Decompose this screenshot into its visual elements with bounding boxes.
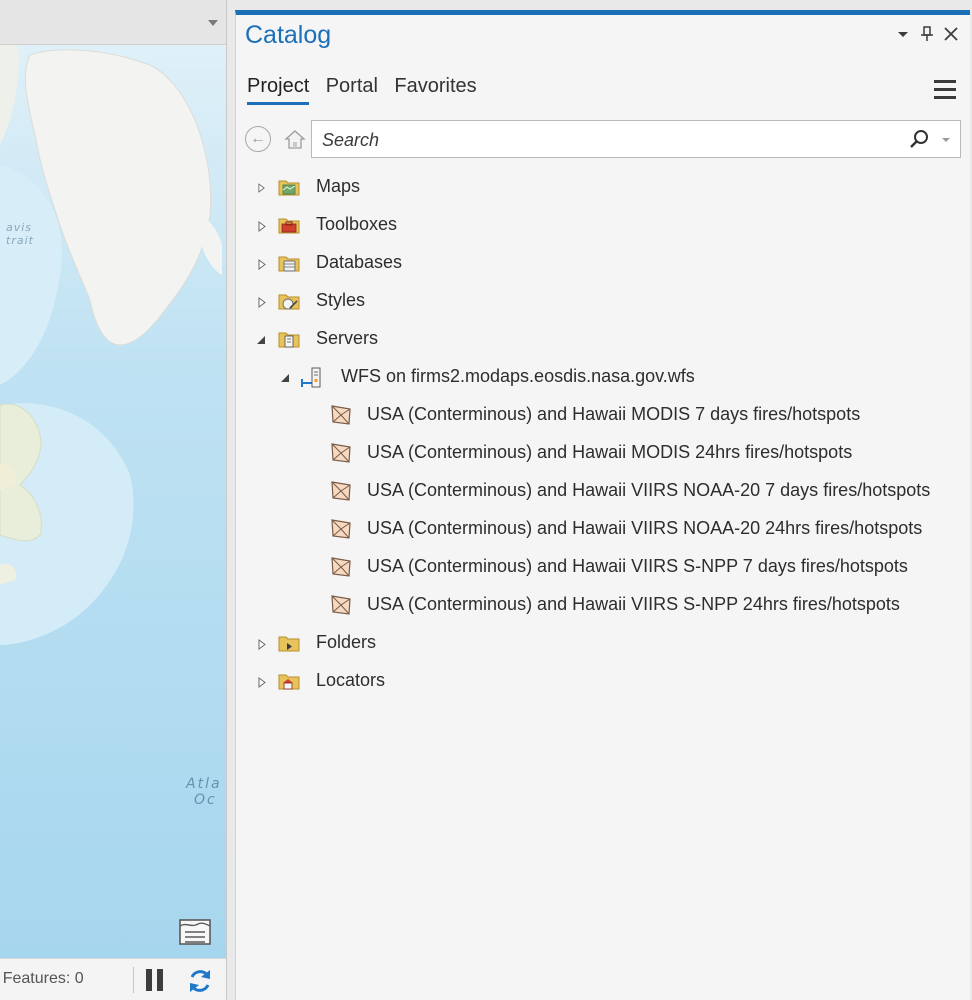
map-tab-bar	[0, 0, 226, 45]
search-options-chevron-down-icon[interactable]	[942, 138, 950, 142]
map-status-bar: Selected Features: 0	[0, 958, 226, 1000]
catalog-tabs: Project Portal Favorites	[247, 75, 489, 109]
tree-item-label: Styles	[316, 290, 366, 310]
tab-portal[interactable]: Portal	[326, 75, 378, 102]
home-icon[interactable]	[283, 128, 307, 152]
tree-item-layer[interactable]: USA (Conterminous) and Hawaii MODIS 7 da…	[236, 398, 969, 432]
pause-drawing-button[interactable]	[146, 969, 166, 991]
search-box	[311, 120, 961, 159]
tree-item-label: Folders	[316, 632, 377, 652]
tree-item-wfs-server[interactable]: WFS on firms2.modaps.eosdis.nasa.gov.wfs	[236, 360, 969, 394]
tab-favorites[interactable]: Favorites	[394, 75, 476, 102]
tree-item-toolboxes[interactable]: Toolboxes	[236, 208, 969, 242]
pane-title: Catalog	[245, 21, 332, 49]
map-tab-dropdown-icon[interactable]	[208, 20, 218, 26]
tree-item-styles[interactable]: Styles	[236, 284, 969, 318]
search-icon[interactable]	[908, 129, 930, 151]
expand-arrow-icon[interactable]	[258, 677, 266, 688]
back-arrow-icon[interactable]: ←	[245, 126, 271, 152]
close-icon[interactable]	[942, 25, 960, 43]
strait-label-line1: avis	[6, 221, 33, 234]
strait-label-line2: trait	[6, 234, 34, 247]
polygon-layer-icon	[331, 595, 351, 615]
tree-item-layer[interactable]: USA (Conterminous) and Hawaii VIIRS S-NP…	[236, 588, 969, 622]
ocean-label: Atla Oc	[186, 776, 222, 808]
tree-item-databases[interactable]: Databases	[236, 246, 969, 280]
selected-features-count: Selected Features: 0	[0, 970, 84, 987]
tree-item-label: USA (Conterminous) and Hawaii VIIRS S-NP…	[367, 556, 908, 576]
toolboxes-folder-icon	[278, 218, 300, 234]
tree-item-layer[interactable]: USA (Conterminous) and Hawaii VIIRS S-NP…	[236, 550, 969, 584]
tree-item-label: Servers	[316, 328, 379, 348]
expand-arrow-icon[interactable]	[258, 259, 266, 270]
map-pane: avis trait Atla Oc Selected Features: 0	[0, 0, 227, 1000]
maps-folder-icon	[278, 180, 300, 196]
search-input[interactable]	[320, 121, 894, 159]
strait-label: avis trait	[6, 221, 34, 247]
expand-arrow-icon[interactable]	[258, 639, 266, 650]
refresh-icon[interactable]	[186, 967, 214, 995]
expand-arrow-icon[interactable]	[258, 221, 266, 232]
tree-item-label: WFS on firms2.modaps.eosdis.nasa.gov.wfs	[341, 366, 695, 386]
tree-item-label: Toolboxes	[316, 214, 398, 234]
collapse-arrow-icon[interactable]	[255, 335, 266, 345]
tree-item-label: Locators	[316, 670, 386, 690]
tree-item-layer[interactable]: USA (Conterminous) and Hawaii VIIRS NOAA…	[236, 512, 969, 546]
polygon-layer-icon	[331, 557, 351, 577]
collapse-arrow-icon[interactable]	[279, 373, 290, 383]
tree-item-label: USA (Conterminous) and Hawaii MODIS 7 da…	[367, 404, 861, 424]
tree-item-label: Maps	[316, 176, 361, 196]
expand-arrow-icon[interactable]	[258, 183, 265, 193]
tree-item-label: USA (Conterminous) and Hawaii VIIRS NOAA…	[367, 518, 923, 538]
map-view[interactable]: avis trait Atla Oc	[0, 45, 226, 958]
servers-folder-icon	[278, 332, 300, 348]
tree-item-layer[interactable]: USA (Conterminous) and Hawaii VIIRS NOAA…	[236, 474, 969, 508]
tree-item-label: USA (Conterminous) and Hawaii MODIS 24hr…	[367, 442, 853, 462]
polygon-layer-icon	[331, 519, 351, 539]
tree-item-label: USA (Conterminous) and Hawaii VIIRS S-NP…	[367, 594, 900, 614]
tree-item-folders[interactable]: Folders	[236, 626, 969, 660]
tree-item-maps[interactable]: Maps	[236, 170, 969, 204]
polygon-layer-icon	[331, 405, 351, 425]
status-divider	[133, 967, 134, 993]
ocean-label-line2: Oc	[194, 792, 217, 808]
legend-icon[interactable]	[178, 918, 212, 948]
basemap-graphic	[0, 45, 226, 958]
menu-icon[interactable]	[934, 80, 956, 100]
locators-folder-icon	[278, 674, 300, 690]
catalog-pane: Catalog Project Portal Favorites ← Searc…	[235, 10, 970, 1000]
tree-item-label: USA (Conterminous) and Hawaii VIIRS NOAA…	[367, 480, 931, 500]
tree-item-layer[interactable]: USA (Conterminous) and Hawaii MODIS 24hr…	[236, 436, 969, 470]
tree-item-locators[interactable]: Locators	[236, 664, 969, 698]
tree-item-servers[interactable]: Servers	[236, 322, 969, 356]
tree-item-label: Databases	[316, 252, 403, 272]
wfs-server-icon	[301, 367, 321, 388]
folders-folder-icon	[278, 636, 300, 652]
styles-folder-icon	[278, 294, 300, 310]
pin-icon[interactable]	[918, 25, 936, 43]
polygon-layer-icon	[331, 443, 351, 463]
polygon-layer-icon	[331, 481, 351, 501]
ocean-label-line1: Atla	[186, 776, 222, 792]
expand-arrow-icon[interactable]	[258, 297, 266, 308]
tab-project[interactable]: Project	[247, 75, 310, 105]
databases-folder-icon	[278, 256, 300, 272]
pane-options-dropdown-icon[interactable]	[894, 25, 912, 43]
